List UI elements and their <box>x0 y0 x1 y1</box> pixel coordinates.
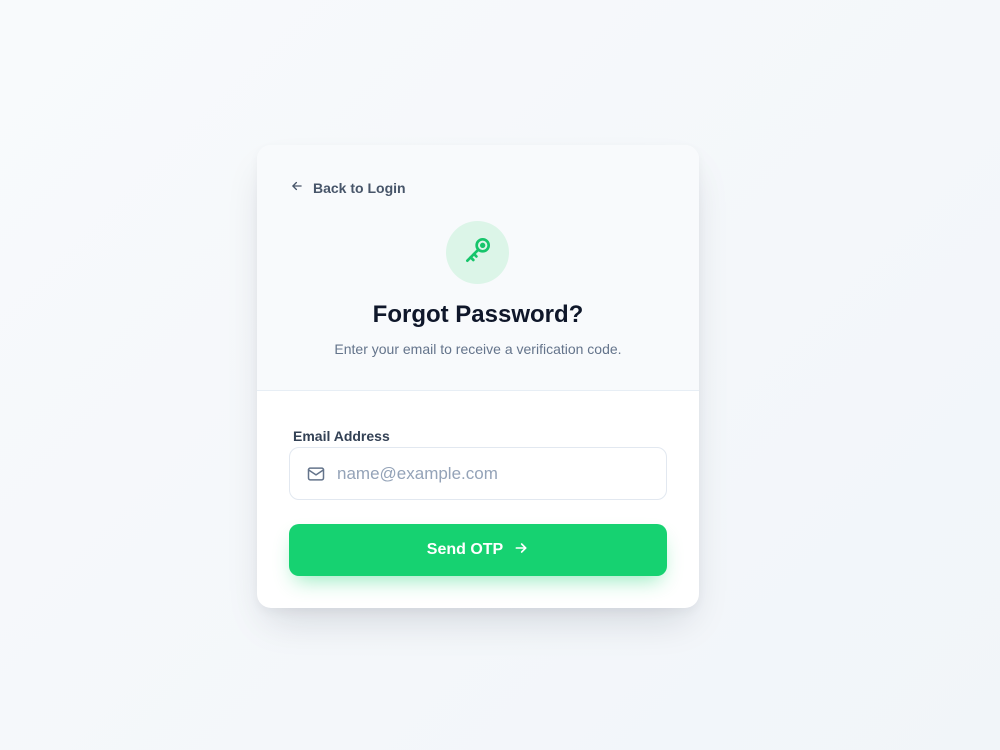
page-title: Forgot Password? <box>372 301 584 328</box>
back-to-login-link[interactable]: Back to Login <box>290 179 406 196</box>
forgot-password-card: Back to Login Forgot Password? Enter you… <box>257 145 699 608</box>
page-subtitle: Enter your email to receive a verificati… <box>334 341 622 357</box>
back-link-label: Back to Login <box>313 179 406 196</box>
arrow-left-icon <box>290 179 304 196</box>
email-field-wrapper <box>289 447 667 500</box>
send-otp-button[interactable]: Send OTP <box>289 524 667 576</box>
key-icon <box>462 234 494 271</box>
key-badge <box>446 221 509 284</box>
email-input[interactable] <box>337 448 657 499</box>
arrow-right-icon <box>513 540 529 561</box>
card-header-section: Back to Login Forgot Password? Enter you… <box>257 145 699 391</box>
send-otp-label: Send OTP <box>426 541 504 558</box>
email-label: Email Address <box>293 428 390 444</box>
